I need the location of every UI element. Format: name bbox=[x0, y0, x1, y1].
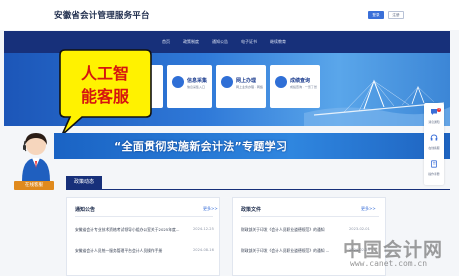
floatbar-item-service[interactable]: 在线客服 bbox=[424, 132, 444, 156]
floating-toolbar: 1 消息通知 在线客服 操作手册 bbox=[424, 103, 444, 185]
list-item[interactable]: 安徽省会计人员统一服务管理平台会计人员操作手册 bbox=[75, 248, 193, 256]
section-divider bbox=[66, 189, 450, 190]
floatbar-label: 操作手册 bbox=[428, 172, 440, 176]
notices-panel: 通知公告 更多>> 安徽省会计专业技术资格考试领导小组办公室关于2025年度..… bbox=[66, 197, 220, 276]
list-item[interactable]: 安徽省会计专业技术资格考试领导小组办公室关于2025年度... bbox=[75, 227, 193, 235]
notices-title: 通知公告 bbox=[75, 207, 96, 213]
list-item[interactable]: 财政部关于印发《会计人员职业道德规范》的通知 ... bbox=[241, 248, 345, 256]
floatbar-item-messages[interactable]: 1 消息通知 bbox=[424, 106, 444, 130]
page: 安徽省会计管理服务平台 登录 注册 首页 政策制度 通知公告 电子证书 继续教育… bbox=[0, 0, 459, 276]
floatbar-label: 在线客服 bbox=[428, 146, 440, 150]
callout-line-2: 能客服 bbox=[80, 87, 129, 106]
online-service-label[interactable]: 在线客服 bbox=[14, 181, 54, 190]
list-item-date: 2024-12-25 bbox=[193, 227, 214, 231]
headset-icon bbox=[430, 134, 438, 141]
list-item[interactable]: 财政部关于印发《会计人员职业道德规范》的通知 bbox=[241, 227, 345, 235]
panel-divider bbox=[75, 216, 213, 217]
ai-service-callout[interactable]: 人工智 能客服 bbox=[68, 62, 142, 108]
panel-divider bbox=[241, 216, 379, 217]
watermark-url: www.canet.com.cn bbox=[350, 259, 428, 268]
watermark-text: 中国会计网 bbox=[343, 239, 444, 261]
slogan-banner[interactable]: “全面贯彻实施新会计法”专题学习 bbox=[54, 133, 450, 159]
documents-title: 政策文件 bbox=[241, 207, 262, 213]
notices-more-link[interactable]: 更多>> bbox=[203, 206, 218, 212]
book-icon bbox=[431, 160, 437, 168]
banner-text: “全面贯彻实施新会计法”专题学习 bbox=[114, 140, 288, 153]
floatbar-item-manual[interactable]: 操作手册 bbox=[424, 158, 444, 182]
list-item-date: 2023-02-01 bbox=[349, 227, 370, 231]
documents-more-link[interactable]: 更多>> bbox=[361, 206, 376, 212]
floatbar-label: 消息通知 bbox=[428, 120, 440, 124]
list-item-date: 2024-08-16 bbox=[193, 248, 214, 252]
callout-line-1: 人工智 bbox=[80, 64, 129, 83]
notification-badge: 1 bbox=[437, 108, 441, 112]
tab-policy-news[interactable]: 政策动态 bbox=[66, 176, 102, 189]
